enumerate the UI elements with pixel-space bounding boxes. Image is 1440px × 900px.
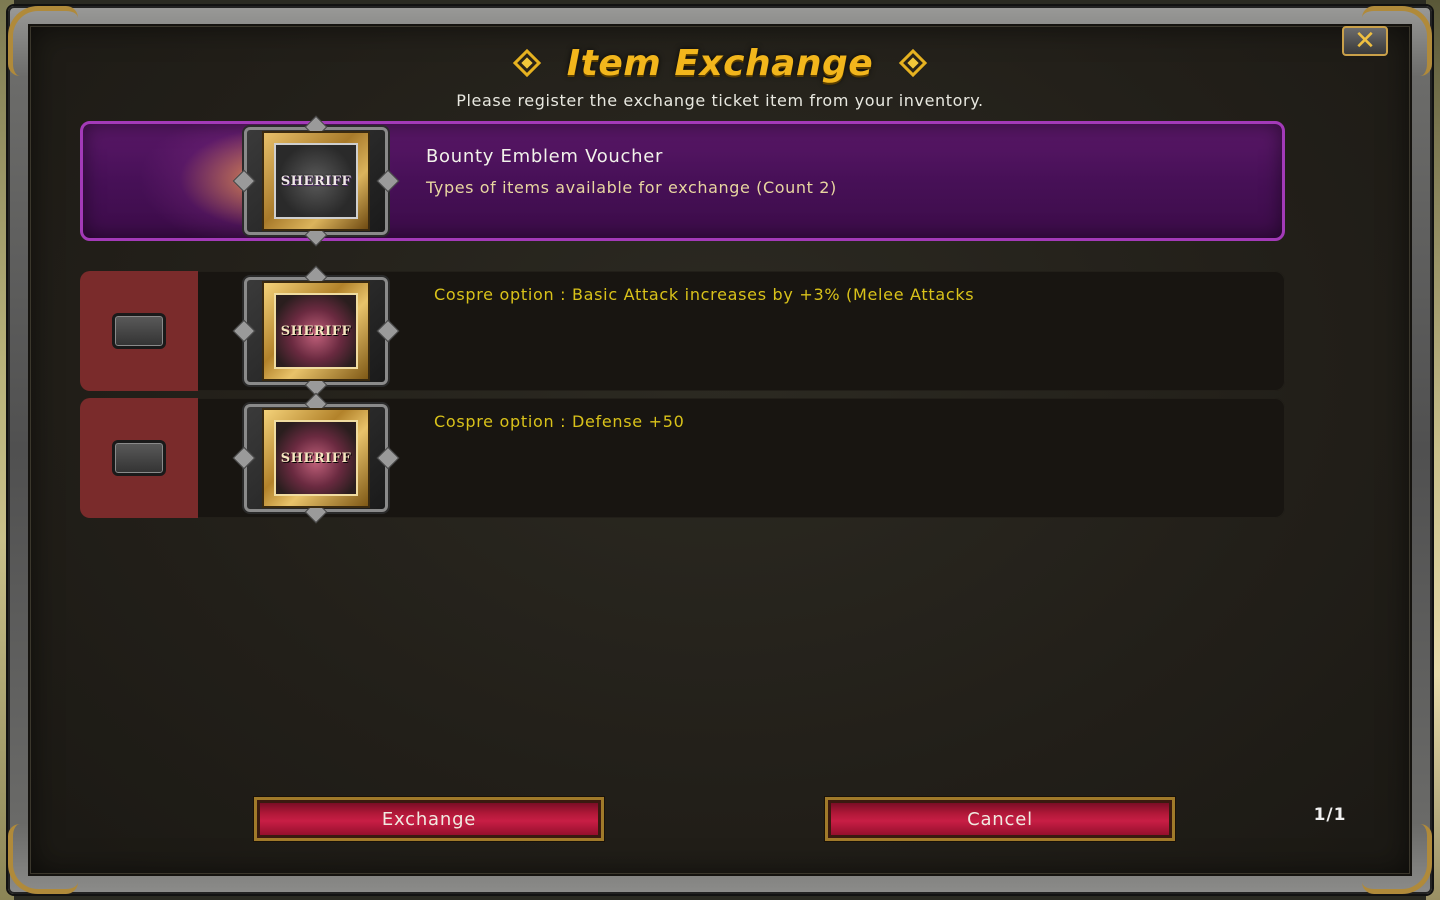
- option-item-slot[interactable]: SHERIFF: [232, 265, 400, 397]
- voucher-item-slot[interactable]: SHERIFF: [232, 115, 400, 247]
- option-select-cell: [80, 398, 198, 518]
- voucher-description: Types of items available for exchange (C…: [426, 178, 837, 197]
- dialog-subtitle: Please register the exchange ticket item…: [456, 91, 984, 110]
- cancel-button[interactable]: Cancel: [825, 797, 1175, 841]
- option-item-slot[interactable]: SHERIFF: [232, 392, 400, 524]
- option-checkbox[interactable]: [112, 313, 166, 349]
- voucher-name: Bounty Emblem Voucher: [426, 146, 664, 167]
- sheriff-badge-icon: SHERIFF: [274, 293, 358, 369]
- page-indicator: 1/1: [1313, 805, 1347, 825]
- sheriff-badge-icon: SHERIFF: [274, 420, 358, 496]
- option-description: Cospre option : Basic Attack increases b…: [434, 285, 975, 304]
- option-description: Cospre option : Defense +50: [434, 412, 685, 431]
- diamond-ornament-icon: [899, 48, 928, 78]
- option-select-cell: [80, 271, 198, 391]
- option-checkbox[interactable]: [112, 440, 166, 476]
- diamond-ornament-icon: [512, 48, 541, 78]
- sheriff-badge-icon: SHERIFF: [274, 143, 358, 219]
- dialog-title: Item Exchange: [566, 42, 874, 84]
- title-bar: Item Exchange: [0, 38, 1440, 88]
- exchange-button[interactable]: Exchange: [254, 797, 604, 841]
